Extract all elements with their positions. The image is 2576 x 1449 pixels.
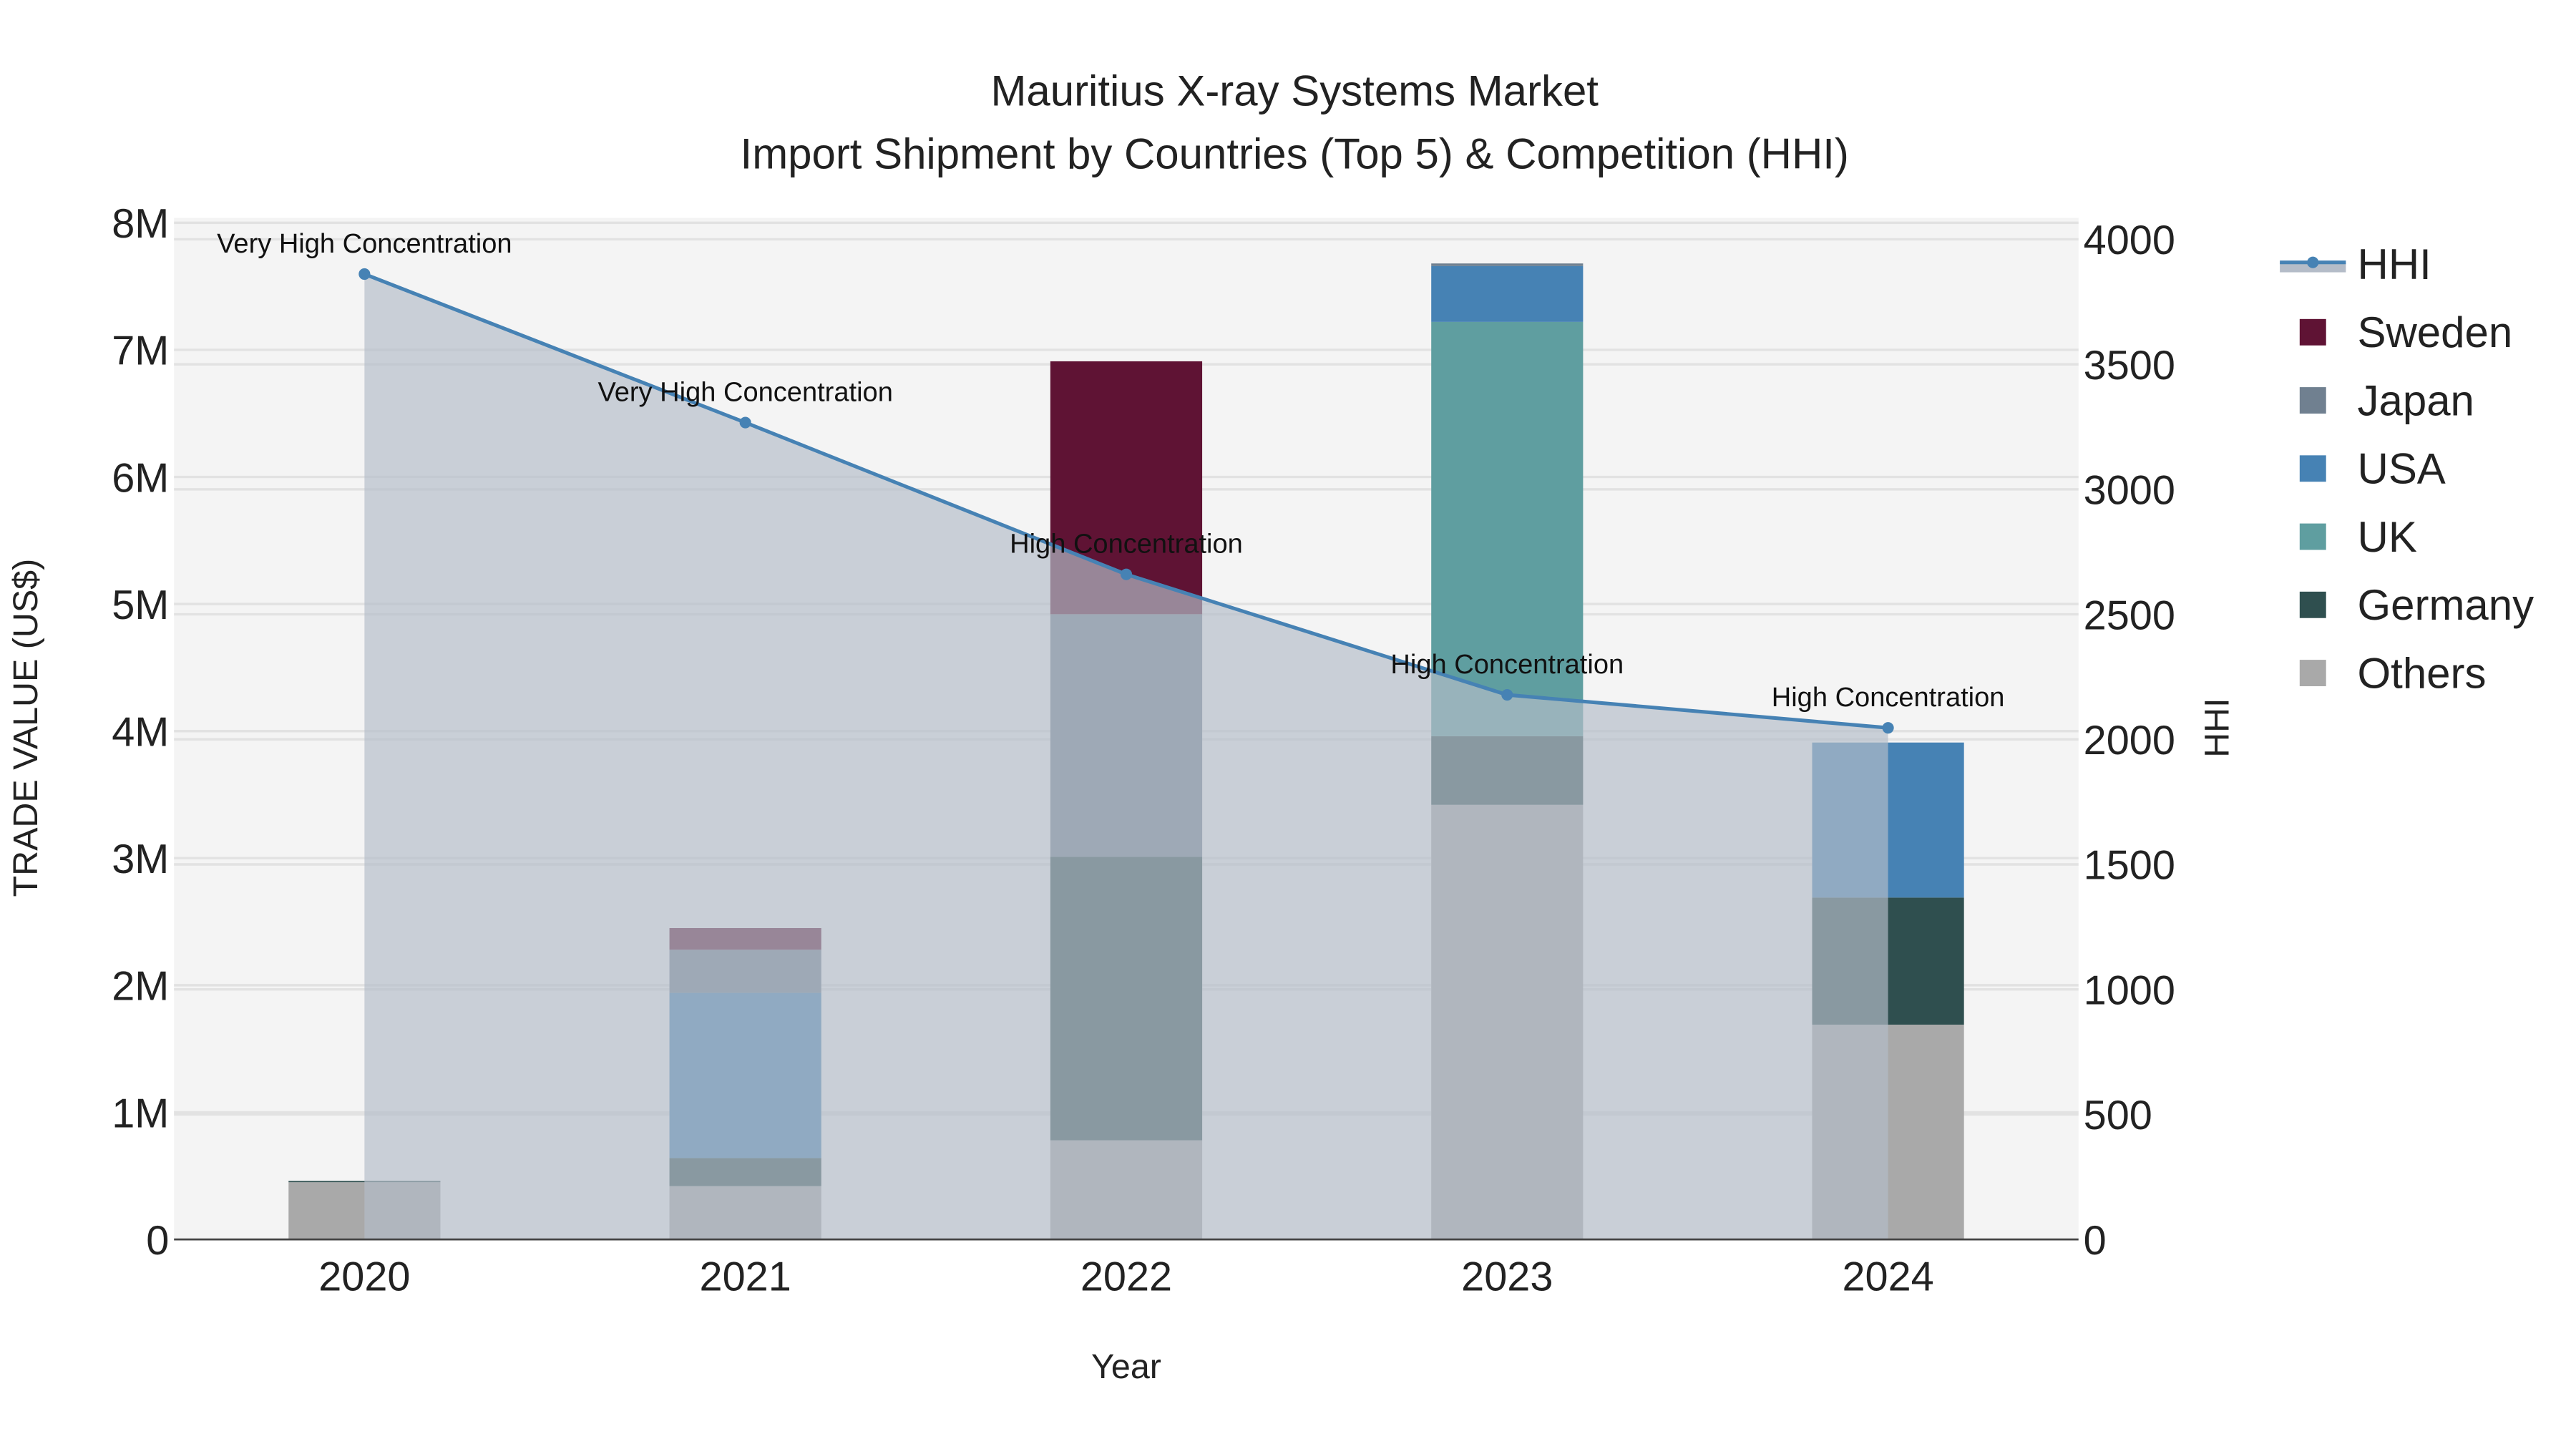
y2-tick-label: 1500 bbox=[2084, 843, 2175, 889]
chart: Very High Concentration Very High Concent… bbox=[6, 67, 2534, 1386]
y-tick-label: 2M bbox=[112, 964, 169, 1010]
hhi-annotation: High Concentration bbox=[1010, 530, 1243, 560]
hhi-annotation: Very High Concentration bbox=[217, 229, 512, 259]
y2-tick-label: 2000 bbox=[2084, 718, 2175, 763]
hhi-point-2023 bbox=[1501, 688, 1513, 701]
legend-swatch bbox=[2299, 455, 2326, 482]
legend-item-germany[interactable]: Germany bbox=[2299, 581, 2534, 629]
y-tick-label: 1M bbox=[112, 1091, 169, 1136]
legend-swatch bbox=[2299, 660, 2326, 686]
legend-item-uk[interactable]: UK bbox=[2299, 513, 2417, 561]
legend-label: Others bbox=[2358, 649, 2487, 697]
legend-item-others[interactable]: Others bbox=[2299, 649, 2487, 697]
legend-swatch bbox=[2299, 523, 2326, 550]
hhi-point-2021 bbox=[739, 416, 751, 429]
bar-usa-2023 bbox=[1431, 265, 1584, 322]
legend-swatch-marker bbox=[2307, 256, 2319, 268]
legend-item-japan[interactable]: Japan bbox=[2299, 376, 2474, 424]
y2-tick-label: 0 bbox=[2084, 1218, 2107, 1264]
y-tick-label: 4M bbox=[112, 709, 169, 755]
chart-title-line1: Mauritius X-ray Systems Market bbox=[990, 67, 1599, 115]
legend-item-usa[interactable]: USA bbox=[2299, 445, 2446, 493]
x-tick-label: 2024 bbox=[1842, 1254, 1933, 1300]
legend-label: Germany bbox=[2358, 581, 2534, 629]
y-tick-label: 7M bbox=[112, 328, 169, 374]
hhi-annotation: High Concentration bbox=[1772, 683, 2005, 713]
x-tick-label: 2023 bbox=[1461, 1254, 1553, 1300]
legend-item-sweden[interactable]: Sweden bbox=[2299, 308, 2513, 356]
y-tick-label: 6M bbox=[112, 455, 169, 501]
x-tick-label: 2022 bbox=[1080, 1254, 1172, 1300]
y2-axis-label: HHI bbox=[2198, 698, 2237, 757]
legend-label: UK bbox=[2358, 513, 2417, 561]
y2-tick-label: 3500 bbox=[2084, 343, 2175, 389]
hhi-point-2024 bbox=[1882, 722, 1894, 734]
legend-swatch bbox=[2299, 591, 2326, 618]
bar-japan-2023 bbox=[1431, 263, 1584, 266]
legend-swatch bbox=[2299, 387, 2326, 414]
hhi-annotation: High Concentration bbox=[1390, 650, 1624, 680]
hhi-point-2022 bbox=[1120, 568, 1133, 580]
legend-swatch bbox=[2299, 318, 2326, 346]
y2-tick-label: 1000 bbox=[2084, 967, 2175, 1013]
x-axis-ticks: 2020 2021 2022 2023 2024 bbox=[318, 1254, 1933, 1300]
legend: HHI Sweden Japan USA UK Germany Others bbox=[2280, 240, 2534, 697]
y-tick-label: 3M bbox=[112, 836, 169, 882]
y2-tick-label: 4000 bbox=[2084, 218, 2175, 263]
legend-label: Japan bbox=[2358, 376, 2474, 424]
x-tick-label: 2020 bbox=[318, 1254, 410, 1300]
y-tick-label: 8M bbox=[112, 201, 169, 247]
hhi-annotation: Very High Concentration bbox=[597, 378, 892, 408]
y2-tick-label: 3000 bbox=[2084, 468, 2175, 514]
legend-label: HHI bbox=[2358, 240, 2431, 288]
legend-item-hhi[interactable]: HHI bbox=[2280, 240, 2431, 288]
hhi-point-2020 bbox=[358, 268, 371, 280]
chart-title-line2: Import Shipment by Countries (Top 5) & C… bbox=[741, 130, 1849, 177]
y-axis-label: TRADE VALUE (US$) bbox=[6, 559, 45, 897]
x-axis-label: Year bbox=[1091, 1347, 1161, 1386]
legend-label: Sweden bbox=[2358, 308, 2513, 356]
y2-tick-label: 500 bbox=[2084, 1093, 2152, 1138]
y-tick-label: 5M bbox=[112, 582, 169, 628]
y-tick-label: 0 bbox=[146, 1218, 169, 1264]
y-axis-ticks: 0 1M 2M 3M 4M 5M 6M 7M 8M bbox=[112, 201, 169, 1264]
legend-label: USA bbox=[2358, 445, 2446, 493]
y2-axis-ticks: 0 500 1000 1500 2000 2500 3000 3500 4000 bbox=[2084, 218, 2175, 1264]
y2-tick-label: 2500 bbox=[2084, 592, 2175, 638]
x-tick-label: 2021 bbox=[700, 1254, 791, 1300]
